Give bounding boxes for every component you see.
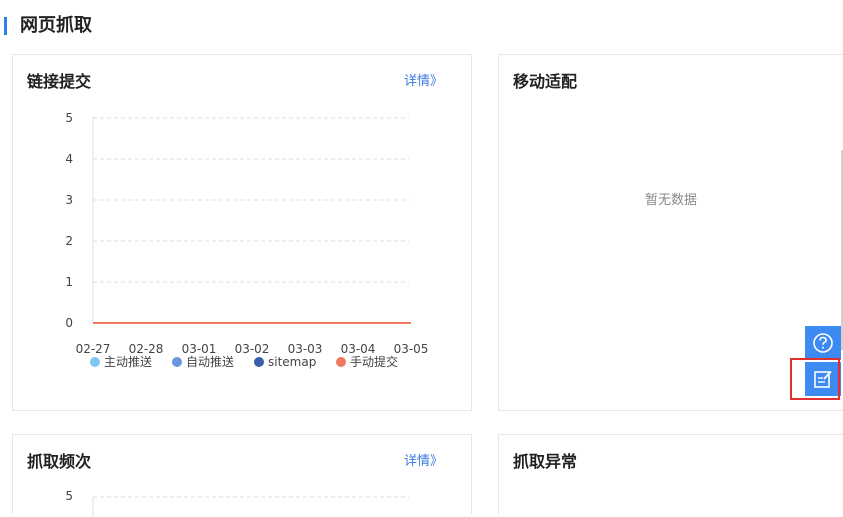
x-tick-label: 03-05 (394, 342, 429, 356)
y-tick-label: 5 (65, 111, 73, 125)
crawl-error-card: 抓取异常 (498, 434, 843, 514)
card-title: 抓取频次 (27, 452, 92, 471)
x-tick-label: 03-04 (341, 342, 376, 356)
legend-label: sitemap (268, 355, 316, 369)
y-tick-label: 4 (65, 152, 73, 166)
legend-label: 自动推送 (186, 354, 234, 369)
card-title: 抓取异常 (513, 452, 578, 471)
y-tick-label: 3 (65, 193, 73, 207)
legend-marker (90, 357, 100, 367)
link-submit-chart: 0 1 2 3 4 5 02-27 02-28 03-01 03-02 03-03 03-04 03-0… (65, 111, 429, 369)
feedback-button[interactable] (805, 362, 841, 396)
card-title: 移动适配 (513, 72, 578, 91)
section-header: 网页抓取 (0, 14, 400, 38)
y-tick-label: 1 (65, 275, 73, 289)
legend-label: 主动推送 (104, 354, 152, 369)
y-tick-label: 5 (65, 489, 73, 503)
legend-label: 手动提交 (350, 354, 398, 369)
details-link[interactable]: 详情》 (404, 453, 443, 471)
feedback-icon (814, 370, 832, 388)
x-tick-label: 03-02 (235, 342, 270, 356)
section-title: 网页抓取 (20, 15, 92, 36)
x-tick-label: 02-28 (129, 342, 164, 356)
x-tick-label: 03-01 (182, 342, 217, 356)
y-tick-label: 2 (65, 234, 73, 248)
crawl-frequency-card: 抓取频次 详情》 5 (12, 434, 472, 517)
x-tick-label: 03-03 (288, 342, 323, 356)
y-tick-label: 0 (65, 316, 73, 330)
help-button[interactable] (805, 326, 841, 360)
details-link[interactable]: 详情》 (404, 73, 443, 91)
section-accent-bar (4, 17, 7, 35)
legend-marker (254, 357, 264, 367)
crawl-frequency-chart: 5 (65, 489, 409, 517)
legend-marker (172, 357, 182, 367)
card-title: 链接提交 (27, 72, 92, 91)
empty-state-text: 暂无数据 (644, 193, 697, 208)
help-icon (813, 333, 833, 353)
x-tick-label: 02-27 (76, 342, 111, 356)
legend-marker (336, 357, 346, 367)
link-submit-card: 链接提交 详情》 0 1 2 3 4 5 02-27 02-28 03-01 03-02 03-03… (12, 54, 472, 411)
mobile-adapt-card: 移动适配 暂无数据 (498, 54, 843, 411)
